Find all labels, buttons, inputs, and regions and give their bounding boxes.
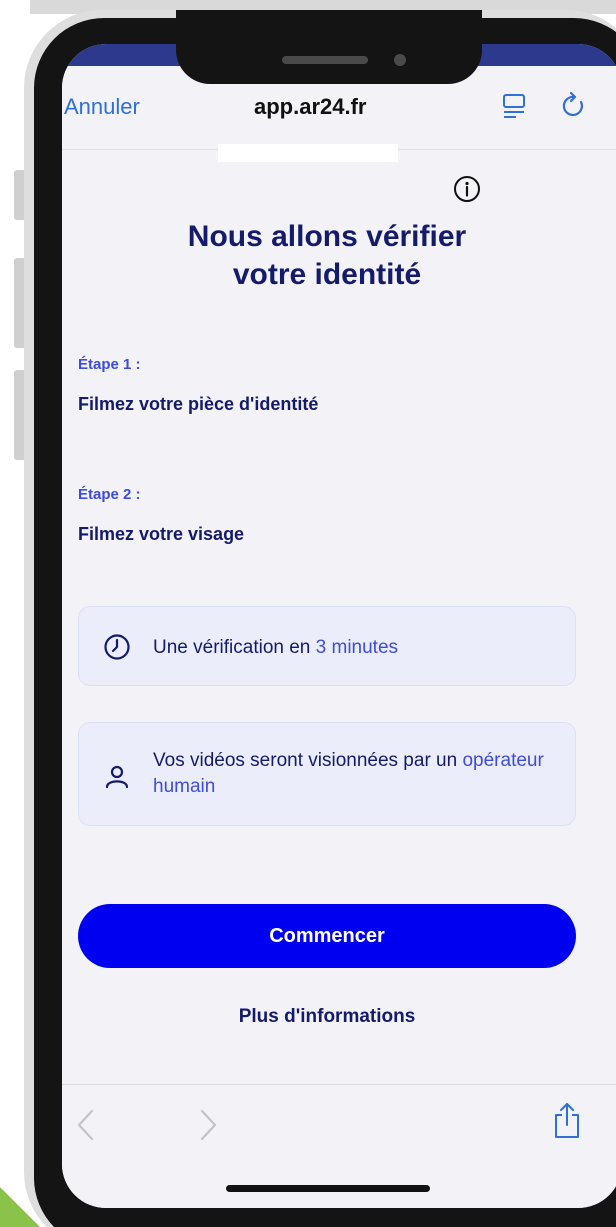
phone-notch bbox=[176, 10, 482, 84]
share-icon[interactable] bbox=[552, 1101, 582, 1141]
step-2-label: Étape 2 : bbox=[78, 486, 141, 503]
info-icon[interactable] bbox=[452, 174, 482, 204]
forward-chevron-icon[interactable] bbox=[196, 1107, 220, 1143]
step-1-text: Filmez votre pièce d'identité bbox=[78, 394, 319, 414]
operator-text-main: Vos vidéos seront visionnées par un bbox=[153, 750, 463, 771]
clock-icon bbox=[104, 634, 130, 660]
user-icon bbox=[105, 765, 129, 789]
url-progress-highlight bbox=[218, 144, 398, 162]
start-button[interactable]: Commencer bbox=[78, 904, 576, 968]
operator-card: Vos vidéos seront visionnées par un opér… bbox=[78, 722, 576, 826]
page-title: Nous allons vérifier votre identité bbox=[62, 218, 592, 294]
more-info-link[interactable]: Plus d'informations bbox=[62, 1006, 592, 1028]
reload-icon[interactable] bbox=[560, 90, 588, 120]
home-indicator bbox=[226, 1185, 430, 1192]
duration-card: Une vérification en 3 minutes bbox=[78, 606, 576, 686]
duration-text-main: Une vérification en bbox=[153, 637, 316, 658]
duration-highlight: 3 minutes bbox=[315, 637, 399, 658]
earpiece-speaker bbox=[282, 56, 368, 64]
phone-screen: Annuler app.ar24.fr Nous allons vérifier… bbox=[62, 44, 616, 1208]
step-1-label: Étape 1 : bbox=[78, 356, 141, 373]
cancel-button[interactable]: Annuler bbox=[64, 94, 140, 120]
title-line-2: votre identité bbox=[232, 258, 422, 291]
step-2-text: Filmez votre visage bbox=[78, 524, 245, 544]
operator-text: Vos vidéos seront visionnées par un opér… bbox=[153, 748, 553, 800]
reader-icon[interactable] bbox=[502, 92, 526, 120]
title-line-1: Nous allons vérifier bbox=[187, 220, 467, 253]
back-chevron-icon[interactable] bbox=[74, 1107, 98, 1143]
browser-toolbar bbox=[62, 1084, 616, 1208]
front-camera bbox=[394, 54, 406, 66]
duration-text: Une vérification en 3 minutes bbox=[153, 635, 398, 661]
url-label[interactable]: app.ar24.fr bbox=[254, 94, 367, 120]
